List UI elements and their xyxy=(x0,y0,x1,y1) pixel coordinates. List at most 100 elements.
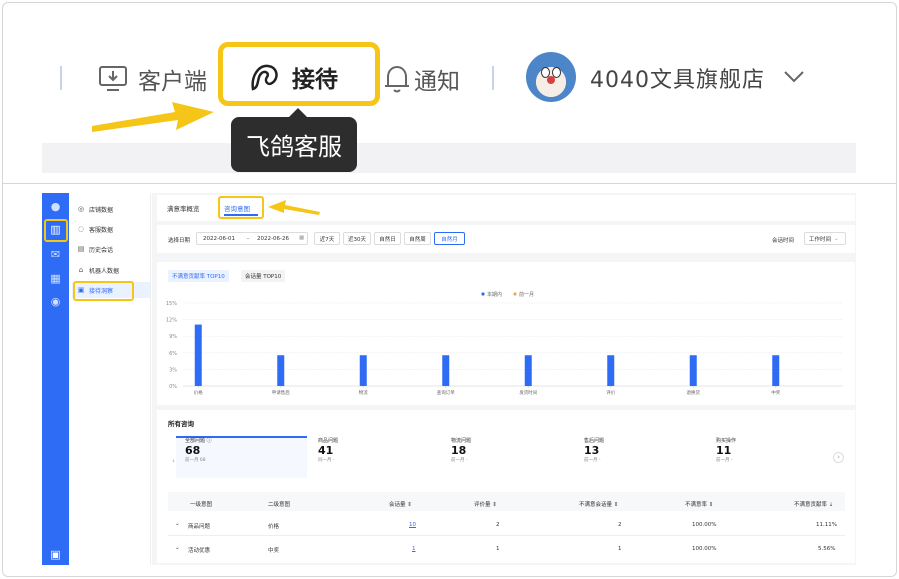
y-tick-label: 0% xyxy=(169,384,177,390)
stat-card-logistics[interactable]: 物流问题 18 前一月 - xyxy=(451,437,471,477)
cell-sessions-link[interactable]: 1 xyxy=(412,546,416,552)
session-time-select[interactable]: 工作时间 ⌄ xyxy=(804,232,846,245)
col-header-level2[interactable]: 二级意图 xyxy=(268,500,290,508)
cell-reviews: 1 xyxy=(496,546,500,552)
client-label: 客户端 xyxy=(138,69,207,95)
consult-card xyxy=(157,410,855,563)
menu-label: 店铺数据 xyxy=(89,206,114,214)
x-tick-label: 发货时间 xyxy=(519,389,537,396)
stat-sub: 前一月 68 xyxy=(185,458,206,463)
stat-card-aftersale[interactable]: 售后问题 13 前一月 - xyxy=(584,437,604,477)
cell-sessions-link[interactable]: 10 xyxy=(409,522,416,528)
notify-nav-item[interactable]: 通知 xyxy=(384,62,460,96)
x-tick-label: 查询订单 xyxy=(437,389,455,396)
app-sidebar: ● ▥ ✉ ▦ ◉ ▣ xyxy=(42,193,69,565)
range-week-button[interactable]: 自然周 xyxy=(404,232,431,245)
chart-bar xyxy=(442,355,450,386)
menu-item-robot[interactable]: ⌂ 机器人数据 xyxy=(77,264,119,276)
document-icon: ▤ xyxy=(77,245,85,253)
stat-label: 商品问题 xyxy=(318,438,339,444)
stat-label: 全部问题 ⓘ xyxy=(185,438,212,444)
download-monitor-icon xyxy=(99,66,127,91)
chevron-left-icon[interactable]: ‹ xyxy=(172,457,175,465)
chat-bubble-icon[interactable]: ● xyxy=(49,201,62,212)
y-tick-label: 15% xyxy=(166,301,177,307)
range-30d-button[interactable]: 近30天 xyxy=(343,232,371,245)
chart-bar xyxy=(772,355,780,386)
menu-item-store-data[interactable]: ◎ 店铺数据 xyxy=(77,203,113,215)
stat-card-product[interactable]: 商品问题 41 同一月 - xyxy=(318,437,338,477)
menu-label: 客服数据 xyxy=(89,226,114,234)
date-end[interactable]: 2022-06-26 xyxy=(257,236,289,242)
stat-value: 68 xyxy=(185,444,201,457)
col-header-unsat-sessions[interactable]: 不满意会话量 ⇕ xyxy=(579,500,618,508)
col-header-sessions[interactable]: 会话量 ⇕ xyxy=(389,500,412,508)
store-avatar[interactable] xyxy=(526,52,576,102)
user-icon[interactable]: ◉ xyxy=(49,296,62,307)
menu-item-history[interactable]: ▤ 历史会话 xyxy=(77,243,113,255)
stat-card-all[interactable]: 全部问题 ⓘ 68 前一月 68 xyxy=(185,437,212,477)
bar-chart: 本期内 前一月 0% 3% 6% 9% 12% 15% 价格 申请售后 物流 查询订单 发货时间 评价 退换… xyxy=(166,291,843,396)
legend-label-previous: 前一月 xyxy=(519,291,534,298)
col-header-unsat-rate[interactable]: 不满意率 ⇕ xyxy=(685,500,713,508)
cell-level2: 中奖 xyxy=(268,548,280,554)
date-start[interactable]: 2022-06-01 xyxy=(203,236,235,242)
col-header-contrib[interactable]: 不满意贡献率 ⇣ xyxy=(794,500,833,508)
tab-highlight-box xyxy=(218,196,264,219)
tab-satisfaction[interactable]: 满意率概览 xyxy=(167,203,200,213)
cell-reviews: 2 xyxy=(496,522,500,528)
tab-sessions-top10[interactable]: 会话量 TOP10 xyxy=(241,270,286,282)
header-separator xyxy=(492,66,494,90)
stat-value: 41 xyxy=(318,444,334,457)
chevron-down-icon[interactable]: ⌄ xyxy=(175,521,180,527)
grid-apps-icon[interactable]: ▦ xyxy=(49,273,62,284)
x-tick-label: 物流 xyxy=(359,389,368,396)
cell-contrib: 5.56% xyxy=(818,546,836,552)
y-tick-label: 9% xyxy=(169,334,177,340)
legend-dot-previous xyxy=(513,292,517,296)
col-header-level1: 一级意图 xyxy=(190,502,213,508)
x-tick-label: 退换货 xyxy=(687,389,701,396)
edit-note-icon[interactable]: ▣ xyxy=(49,549,62,560)
range-month-button[interactable]: 自然月 xyxy=(434,232,465,245)
cell-contrib: 11.11% xyxy=(816,522,837,528)
date-label: 选择日期 xyxy=(168,238,191,244)
store-icon: ◎ xyxy=(77,205,85,213)
x-tick-label: 价格 xyxy=(194,389,203,396)
session-time-value: 工作时间 xyxy=(809,236,832,243)
legend-label-current: 本期内 xyxy=(487,291,502,298)
avatar-nose xyxy=(547,76,555,84)
client-nav-item[interactable]: 客户端 xyxy=(98,62,207,96)
cell-unsat-sessions: 2 xyxy=(618,522,622,528)
stat-value: 18 xyxy=(451,444,467,457)
store-name[interactable]: 4040文具旗舰店 xyxy=(590,62,765,94)
menu-label: 历史会话 xyxy=(89,246,114,254)
cell-unsat-rate: 100.00% xyxy=(692,546,717,552)
mail-icon[interactable]: ✉ xyxy=(49,249,62,260)
col-header-reviews[interactable]: 评价量 ⇕ xyxy=(474,500,497,508)
date-separator: - xyxy=(247,236,249,242)
range-7d-button[interactable]: 近7天 xyxy=(314,232,340,245)
bell-icon xyxy=(385,65,409,93)
range-day-button[interactable]: 自然日 xyxy=(374,232,401,245)
stat-sub: 前一月 - xyxy=(451,458,468,463)
tooltip-text: 飞鸽客服 xyxy=(246,133,342,161)
section-divider xyxy=(2,183,897,184)
stat-card-purchase[interactable]: 购买操作 11 前一月 - xyxy=(716,437,736,477)
annotation-arrow xyxy=(92,102,214,132)
stat-sub: 前一月 - xyxy=(584,458,601,463)
menu-highlight-box xyxy=(73,281,134,301)
x-tick-label: 评价 xyxy=(606,389,615,396)
notify-label: 通知 xyxy=(414,69,460,95)
legend-dot-current xyxy=(481,292,485,296)
tab-unsatisfied-top10[interactable]: 不满意贡献率 TOP10 xyxy=(168,270,229,282)
row-divider xyxy=(168,535,845,536)
chevron-down-icon[interactable] xyxy=(783,70,805,84)
chart-bar xyxy=(277,355,285,386)
menu-label: 机器人数据 xyxy=(89,267,120,275)
calendar-icon[interactable]: ▦ xyxy=(299,235,304,241)
y-tick-label: 3% xyxy=(169,367,177,373)
menu-item-service-data[interactable]: ◌ 客服数据 xyxy=(77,223,113,235)
chevron-down-icon[interactable]: ⌄ xyxy=(175,545,180,551)
chevron-right-icon[interactable]: › xyxy=(833,452,844,463)
